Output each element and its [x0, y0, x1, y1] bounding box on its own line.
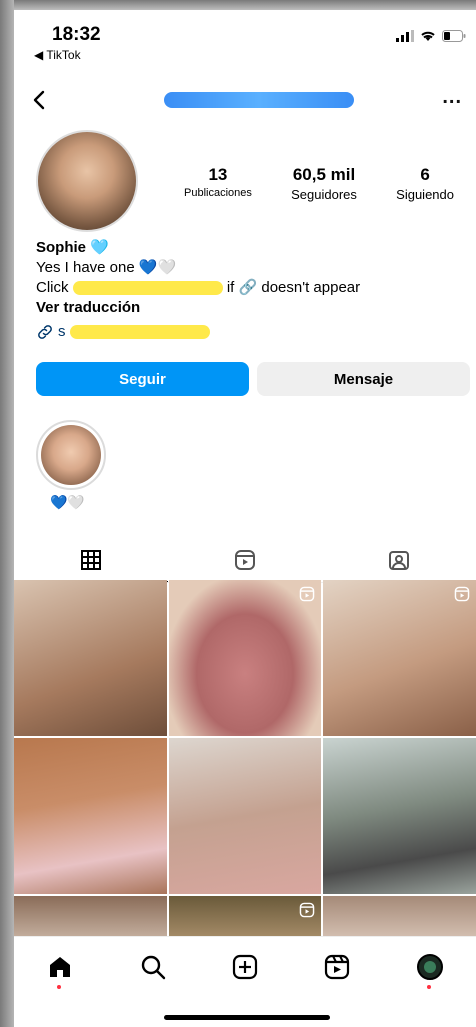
nav-home[interactable] — [46, 953, 74, 989]
tab-posts[interactable] — [14, 538, 168, 582]
nav-search[interactable] — [139, 953, 167, 981]
posts-grid — [14, 580, 476, 940]
stat-value: 13 — [208, 165, 228, 184]
stat-label: Seguidores — [291, 187, 357, 202]
post-thumbnail[interactable] — [14, 738, 167, 894]
create-icon — [232, 954, 258, 980]
phone-screen: 18:32 ◀ TikTok username_hidden ... 13 Pu… — [14, 10, 476, 1027]
stat-posts[interactable]: 13 Publicaciones — [184, 165, 252, 202]
screen-edge-left — [0, 0, 14, 1027]
battery-icon — [442, 30, 466, 42]
search-icon — [141, 955, 165, 980]
name-emoji: 🩵 — [90, 239, 109, 256]
screen-edge-top — [0, 0, 476, 10]
reels-icon — [235, 550, 255, 570]
profile-icon — [416, 954, 443, 980]
post-thumbnail[interactable] — [323, 896, 476, 940]
more-options-icon[interactable]: ... — [442, 86, 462, 109]
signal-icon — [396, 30, 414, 42]
bio-line-1: Yes I have one — [36, 259, 135, 276]
post-thumbnail[interactable] — [14, 580, 167, 736]
post-thumbnail[interactable] — [323, 580, 476, 736]
post-thumbnail[interactable] — [168, 738, 322, 894]
nav-profile[interactable] — [416, 953, 444, 989]
nav-reels[interactable] — [323, 953, 351, 981]
wifi-icon — [421, 31, 435, 41]
profile-stats: 13 Publicaciones 60,5 mil Seguidores 6 S… — [184, 165, 454, 202]
action-buttons: Seguir Mensaje — [36, 362, 470, 396]
highlight-label: 💙🤍 — [50, 494, 85, 510]
stat-value: 6 — [420, 165, 430, 184]
profile-avatar[interactable] — [36, 130, 138, 232]
back-arrow-icon[interactable] — [28, 88, 52, 112]
reel-badge-icon — [454, 586, 470, 602]
post-thumbnail[interactable] — [323, 738, 476, 894]
back-to-app-link[interactable]: ◀ TikTok — [34, 48, 81, 62]
notification-dot — [426, 985, 431, 989]
username-title: username_hidden — [164, 92, 354, 108]
profile-link[interactable]: s x — [36, 322, 466, 342]
post-thumbnail[interactable] — [14, 896, 167, 940]
tab-tagged[interactable] — [322, 538, 476, 582]
link-prefix: s — [58, 323, 66, 340]
bottom-tab-bar — [14, 936, 476, 1027]
reel-badge-icon — [300, 586, 315, 602]
post-thumbnail[interactable] — [168, 580, 322, 736]
status-bar: 18:32 ◀ TikTok — [14, 10, 476, 66]
display-name: Sophie — [36, 239, 87, 256]
stat-followers[interactable]: 60,5 mil Seguidores — [291, 165, 357, 202]
content-tabs — [14, 538, 476, 583]
status-time: 18:32 — [52, 24, 101, 45]
post-thumbnail[interactable] — [168, 896, 322, 940]
story-highlight[interactable] — [36, 420, 106, 490]
stat-value: 60,5 mil — [292, 165, 356, 184]
stat-following[interactable]: 6 Siguiendo — [396, 165, 454, 202]
redacted-link: x — [69, 325, 210, 339]
tab-reels[interactable] — [168, 538, 322, 582]
home-indicator — [164, 1015, 330, 1020]
bio-line-2-suffix: if 🔗 doesn't appear — [226, 279, 361, 296]
link-icon — [38, 325, 52, 339]
stat-label: Publicaciones — [184, 187, 252, 199]
system-icons — [396, 30, 466, 42]
home-icon — [50, 957, 71, 977]
follow-button[interactable]: Seguir — [36, 362, 249, 396]
notification-dot — [57, 985, 62, 989]
bio-line-2-prefix: Click — [36, 279, 69, 296]
redacted-mention[interactable]: x — [72, 281, 223, 296]
reels-icon — [325, 954, 350, 980]
nav-create[interactable] — [231, 953, 259, 981]
profile-bio: Sophie 🩵 Yes I have one 💙🤍 Click x if 🔗 … — [36, 238, 466, 342]
tagged-icon — [389, 551, 409, 570]
bio-line-1-emoji: 💙🤍 — [138, 259, 177, 276]
message-button[interactable]: Mensaje — [257, 362, 470, 396]
profile-nav-bar: username_hidden ... — [14, 80, 476, 124]
stat-label: Siguiendo — [396, 187, 454, 202]
grid-icon — [81, 549, 101, 570]
reel-badge-icon — [300, 902, 315, 918]
translate-link[interactable]: Ver traducción — [36, 298, 466, 318]
highlight-thumbnail — [41, 425, 101, 485]
